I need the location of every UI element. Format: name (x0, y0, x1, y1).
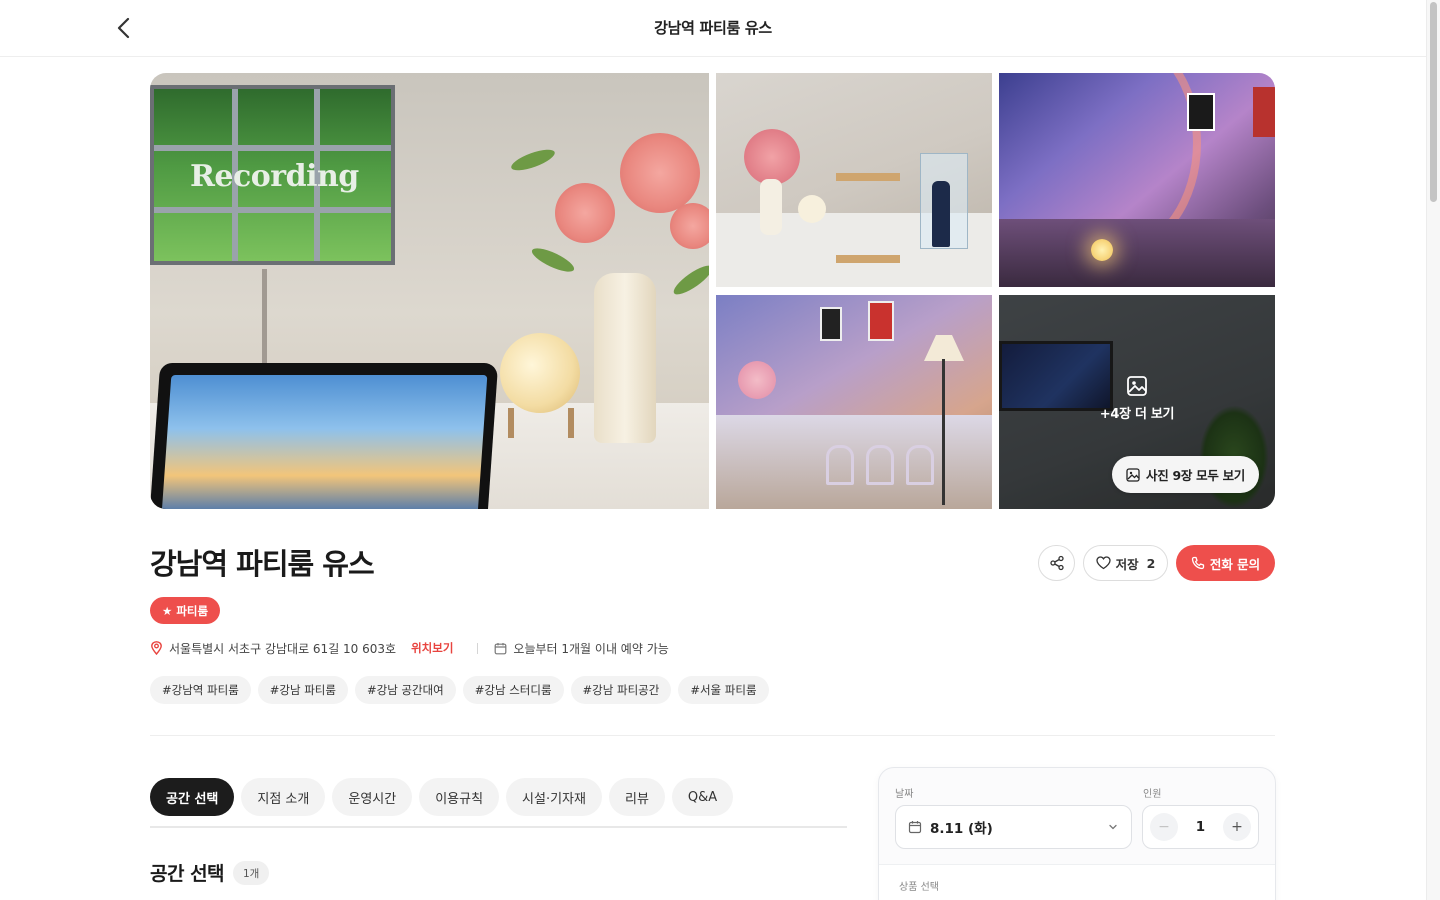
increase-people-button[interactable]: + (1223, 813, 1251, 841)
date-label: 날짜 (895, 789, 914, 800)
hashtag[interactable]: #강남역 파티룸 (150, 676, 251, 704)
people-label: 인원 (1143, 789, 1162, 800)
place-meta: 서울특별시 서초구 강남대로 61길 10 603호 위치보기 오늘부터 1개월… (150, 639, 669, 657)
tab-space-select[interactable]: 공간 선택 (150, 778, 235, 816)
top-bar: 강남역 파티룸 유스 (0, 0, 1426, 57)
page-title: 강남역 파티룸 유스 (654, 19, 772, 37)
gallery-photo-2[interactable] (716, 73, 992, 287)
gallery-photo-4[interactable] (716, 295, 992, 509)
section-title: 공간 선택 (150, 863, 225, 885)
tab-facilities[interactable]: 시설·기자재 (506, 778, 602, 816)
hashtag[interactable]: #강남 파티공간 (570, 676, 672, 704)
chevron-down-icon (1109, 824, 1117, 830)
place-title: 강남역 파티룸 유스 (150, 547, 375, 581)
call-inquiry-button[interactable]: 전화 문의 (1176, 545, 1275, 581)
people-value: 1 (1195, 819, 1206, 835)
action-buttons: 저장 2 전화 문의 (1038, 545, 1275, 581)
gallery-photo-3[interactable] (999, 73, 1275, 287)
tab-reviews[interactable]: 리뷰 (608, 778, 665, 816)
hashtag-list: #강남역 파티룸 #강남 파티룸 #강남 공간대여 #강남 스터디룸 #강남 파… (150, 676, 769, 704)
tab-qna[interactable]: Q&A (671, 778, 734, 816)
tab-hours[interactable]: 운영시간 (332, 778, 413, 816)
photo-overlay-text: Recording (190, 159, 359, 194)
calendar-icon (908, 821, 922, 834)
scrollbar[interactable] (1426, 0, 1440, 900)
detail-tabs: 공간 선택 지점 소개 운영시간 이용규칙 시설·기자재 리뷰 Q&A (150, 778, 734, 816)
address: 서울특별시 서초구 강남대로 61길 10 603호 (169, 641, 397, 656)
image-icon (1126, 467, 1140, 482)
booking-card: 날짜 인원 8.11 (화) − 1 + 상품 선택 (878, 767, 1276, 900)
save-count: 2 (1146, 555, 1156, 571)
people-stepper: − 1 + (1142, 805, 1259, 849)
tabs-underline (150, 826, 847, 828)
main-photo[interactable]: Recording (150, 73, 709, 509)
view-location-link[interactable]: 위치보기 (411, 640, 453, 656)
category-badge: ★ 파티룸 (150, 597, 221, 624)
product-select-section: 상품 선택 (879, 864, 1275, 900)
hashtag[interactable]: #강남 공간대여 (354, 676, 456, 704)
tab-rules[interactable]: 이용규칙 (419, 778, 500, 816)
star-icon: ★ (162, 603, 173, 618)
decrease-people-button[interactable]: − (1150, 813, 1178, 841)
section-divider (150, 735, 1275, 736)
save-button[interactable]: 저장 2 (1083, 545, 1168, 581)
share-button[interactable] (1038, 545, 1075, 581)
reservation-note: 오늘부터 1개월 이내 예약 가능 (513, 641, 669, 656)
hashtag[interactable]: #강남 파티룸 (257, 676, 348, 704)
view-all-photos-button[interactable]: 사진 9장 모두 보기 (1112, 456, 1259, 493)
image-icon (1127, 376, 1147, 396)
product-select-label: 상품 선택 (899, 882, 939, 893)
scrollbar-thumb[interactable] (1430, 2, 1437, 202)
more-photos-label: +4장 더 보기 (1099, 407, 1175, 422)
save-label: 저장 (1115, 556, 1139, 572)
date-select[interactable]: 8.11 (화) (895, 805, 1132, 849)
tab-branch-intro[interactable]: 지점 소개 (241, 778, 326, 816)
divider (477, 642, 479, 654)
view-all-photos-label: 사진 9장 모두 보기 (1146, 468, 1245, 483)
category-label: 파티룸 (176, 603, 209, 618)
space-count-badge: 1개 (233, 861, 270, 885)
date-value: 8.11 (화) (930, 821, 993, 837)
hashtag[interactable]: #강남 스터디룸 (462, 676, 564, 704)
heart-icon (1095, 556, 1111, 570)
share-icon (1049, 555, 1064, 571)
hashtag[interactable]: #서울 파티룸 (678, 676, 769, 704)
location-pin-icon (151, 641, 162, 655)
phone-icon (1191, 556, 1204, 570)
tv-screen-photo-detail: Recording (150, 85, 395, 265)
call-label: 전화 문의 (1209, 556, 1261, 572)
calendar-icon (495, 642, 507, 654)
photo-gallery: Recording +4장 더 보기 사진 9장 모두 보기 (150, 73, 1275, 509)
